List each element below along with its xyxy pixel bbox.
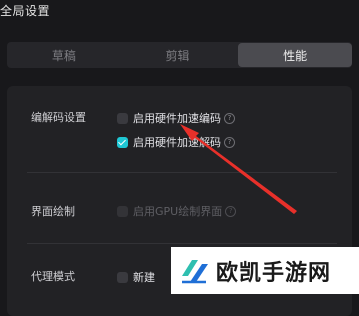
codec-settings-label: 编解码设置	[31, 111, 86, 124]
hw-encode-checkbox[interactable]	[117, 112, 128, 124]
hw-encode-label: 启用硬件加速编码	[133, 112, 221, 125]
tab-bar: 草稿 剪辑 性能	[7, 42, 353, 68]
watermark-text: 欧凯手游网	[216, 260, 332, 286]
gpu-render-option: 启用GPU绘制界面 ?	[117, 203, 237, 219]
settings-window-title: 全局设置	[0, 4, 51, 18]
watermark-banner: 欧凯手游网	[171, 247, 359, 294]
tab-edit[interactable]: 剪辑	[121, 42, 235, 68]
proxy-mode-label: 代理模式	[31, 270, 75, 283]
watermark-logo-icon	[182, 259, 208, 283]
hw-decode-checkbox[interactable]	[117, 136, 128, 148]
tab-performance[interactable]: 性能	[238, 43, 353, 67]
hw-decode-label: 启用硬件加速解码	[133, 136, 221, 149]
proxy-new-checkbox[interactable]	[117, 271, 128, 283]
tab-drafts[interactable]: 草稿	[7, 42, 121, 68]
hw-encode-option[interactable]: 启用硬件加速编码 ?	[117, 110, 235, 126]
help-icon[interactable]: ?	[224, 136, 235, 148]
ui-render-label: 界面绘制	[31, 205, 75, 218]
help-icon[interactable]: ?	[224, 112, 235, 124]
gpu-render-label: 启用GPU绘制界面	[133, 205, 223, 218]
section-divider	[27, 172, 337, 173]
section-divider	[27, 243, 337, 244]
hw-decode-option[interactable]: 启用硬件加速解码 ?	[117, 134, 235, 150]
gpu-render-checkbox	[117, 205, 128, 217]
help-icon: ?	[225, 205, 237, 217]
proxy-new-label: 新建	[133, 271, 155, 284]
proxy-new-option[interactable]: 新建	[117, 269, 155, 285]
